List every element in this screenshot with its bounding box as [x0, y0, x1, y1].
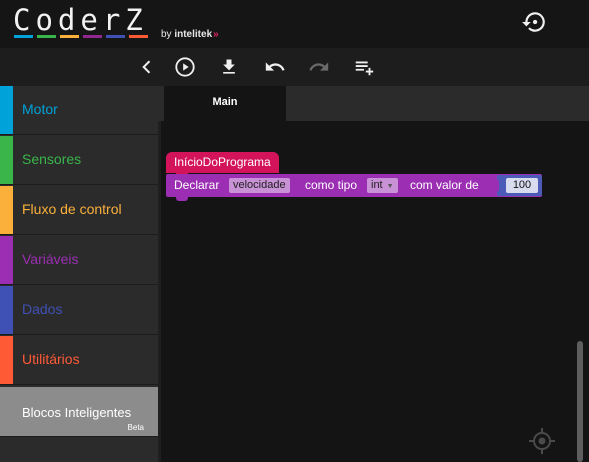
number-block[interactable]: 100 [497, 175, 542, 196]
logo-bar [37, 35, 56, 38]
logo-by-text: by [161, 29, 172, 40]
brand-mark-icon: » [213, 29, 219, 40]
category-sensores[interactable]: Sensores [0, 136, 158, 185]
category-label: Fluxo de control [22, 201, 122, 217]
tab-bar: Main [158, 86, 589, 121]
category-color-stripe [0, 86, 13, 134]
logo-byline: by intelitek» [161, 29, 219, 40]
category-color-stripe [0, 236, 13, 284]
header: CoderZ by intelitek» [0, 0, 589, 48]
variable-name-field[interactable]: velocidade [229, 178, 290, 193]
category-color-stripe [0, 286, 13, 334]
number-value-field[interactable]: 100 [506, 178, 538, 193]
category-label: Blocos Inteligentes [22, 405, 132, 420]
type-value: int [371, 179, 383, 191]
value-text: com valor de [410, 178, 479, 192]
playlist-add-icon[interactable] [352, 56, 376, 78]
category-motor[interactable]: Motor [0, 86, 158, 135]
category-label: Motor [22, 101, 58, 117]
category-color-stripe [0, 136, 13, 184]
block-connector [176, 197, 188, 201]
beta-badge: Beta [127, 423, 144, 432]
tab-main[interactable]: Main [164, 86, 286, 121]
category-variaveis[interactable]: Variáveis [0, 236, 158, 285]
declare-text: Declarar [174, 178, 220, 192]
logo-bar [106, 35, 125, 38]
toolbar [0, 48, 589, 86]
logo-bar [14, 35, 33, 38]
category-dados[interactable]: Dados [0, 286, 158, 335]
category-label: Dados [22, 301, 63, 317]
type-dropdown[interactable]: int ▼ [367, 178, 398, 193]
block-category-sidebar: Motor Sensores Fluxo de control Variávei… [0, 86, 158, 462]
workspace-edge [158, 121, 161, 462]
logo-text: CoderZ [13, 3, 148, 37]
category-label: Variáveis [22, 251, 79, 267]
category-label: Sensores [22, 151, 82, 167]
category-utilitarios[interactable]: Utilitários [0, 336, 158, 385]
coderz-app: CoderZ by intelitek» Motor Sensores Flux… [0, 0, 589, 462]
redo-icon[interactable] [307, 56, 331, 78]
declare-variable-block[interactable]: Declarar velocidade como tipo int ▼ com v… [166, 174, 542, 197]
coderz-logo: CoderZ by intelitek» [13, 3, 219, 40]
history-reset-icon[interactable] [521, 9, 547, 35]
socket-connector [495, 179, 499, 192]
dropdown-arrow-icon: ▼ [386, 183, 394, 190]
category-color-stripe [0, 186, 13, 234]
logo-bar [60, 35, 79, 38]
category-fluxo-de-control[interactable]: Fluxo de control [0, 186, 158, 235]
undo-icon[interactable] [263, 56, 287, 78]
category-color-stripe [0, 336, 13, 384]
chevron-left-icon[interactable] [135, 56, 159, 78]
download-icon[interactable] [217, 56, 241, 78]
play-icon[interactable] [173, 56, 197, 78]
logo-bar [129, 35, 148, 38]
workspace-scrollbar[interactable] [577, 341, 583, 462]
logo-bar [83, 35, 102, 38]
start-program-block[interactable]: InícioDoPrograma [166, 152, 279, 173]
category-label: Utilitários [22, 351, 80, 367]
category-blocos-inteligentes[interactable]: Blocos Inteligentes Beta [0, 387, 158, 437]
crosshair-icon[interactable] [528, 427, 556, 455]
blocks-workspace[interactable]: InícioDoPrograma Declarar velocidade com… [158, 121, 589, 462]
logo-brand: intelitek [174, 29, 213, 40]
type-text: como tipo [305, 178, 358, 192]
logo-color-bars [14, 35, 148, 38]
